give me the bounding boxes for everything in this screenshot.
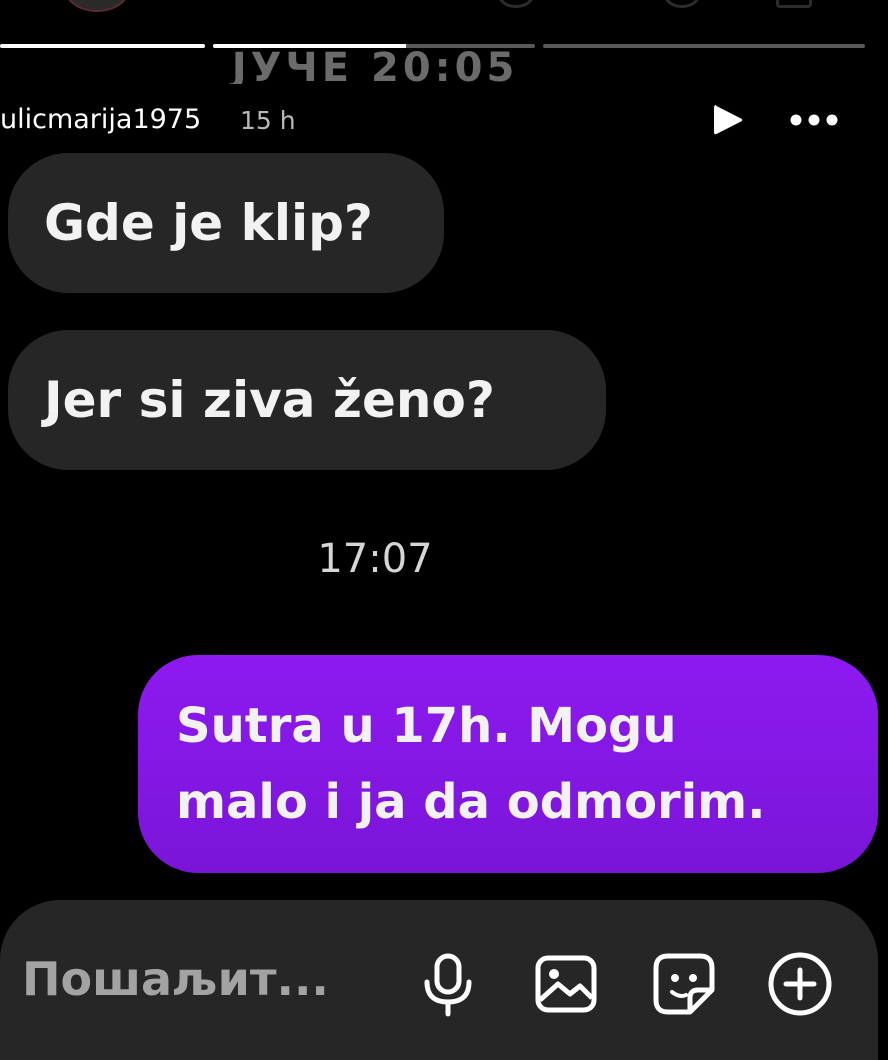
message-input[interactable]: Пошаљит... [22, 952, 329, 1006]
message-text: Gde je klip? [44, 194, 373, 252]
time-ago: 15 h [240, 106, 296, 135]
story-avatar[interactable] [64, 0, 130, 12]
message-bubble-incoming[interactable]: Jer si ziva ženo? [8, 330, 606, 470]
like-icon[interactable] [664, 0, 700, 8]
username[interactable]: ulicmarija1975 [0, 104, 201, 135]
more-options-icon[interactable] [786, 100, 846, 140]
sticker-icon[interactable] [648, 948, 720, 1020]
play-icon[interactable] [710, 102, 746, 138]
date-divider: ЈУЧЕ 20:05 [231, 45, 519, 84]
microphone-icon[interactable] [412, 948, 484, 1020]
add-icon[interactable] [764, 948, 836, 1020]
message-timestamp: 17:07 [317, 536, 433, 582]
menu-icon[interactable] [776, 0, 812, 8]
image-icon[interactable] [530, 948, 602, 1020]
send-icon[interactable] [498, 0, 534, 8]
message-text: Jer si ziva ženo? [44, 371, 495, 429]
message-bubble-incoming[interactable]: Gde je klip? [8, 153, 444, 293]
message-text: Sutra u 17h. Mogu malo i ja da odmorim. [176, 698, 766, 830]
message-bubble-outgoing[interactable]: Sutra u 17h. Mogu malo i ja da odmorim. [138, 655, 878, 873]
